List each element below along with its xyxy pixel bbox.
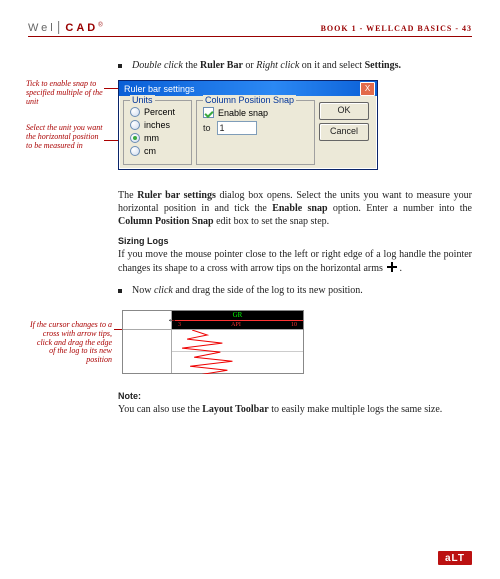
enable-snap-checkbox[interactable]: Enable snap	[203, 107, 308, 118]
resize-cursor-icon: ↔	[167, 314, 177, 325]
snap-group: Column Position Snap Enable snap to 1	[196, 100, 315, 165]
footer: aLT	[438, 551, 472, 565]
bullet-doubleclick: Double click the Ruler Bar or Right clic…	[118, 59, 472, 72]
scale-min: 3	[178, 321, 181, 329]
radio-mm[interactable]: mm	[130, 133, 185, 143]
snap-to-input[interactable]: 1	[217, 121, 257, 135]
heading-sizing-logs: Sizing Logs	[118, 236, 472, 246]
bullet-square-icon	[118, 289, 122, 293]
scale-max: 10	[291, 321, 297, 329]
header-book-line: BOOK 1 - WELLCAD BASICS - 43	[321, 24, 472, 33]
ruler-bar-settings-dialog: Ruler bar settings X Units Percent inche…	[118, 80, 378, 170]
paragraph-sizing: If you move the mouse pointer close to t…	[118, 249, 472, 276]
close-icon[interactable]: X	[360, 82, 375, 96]
page-header: Wel|CAD® BOOK 1 - WELLCAD BASICS - 43	[28, 18, 472, 37]
annotation-drag-edge: If the cursor changes to a cross with ar…	[30, 321, 112, 365]
checkbox-icon	[203, 107, 214, 118]
bullet-click-drag: Now click and drag the side of the log t…	[118, 284, 472, 297]
dialog-titlebar[interactable]: Ruler bar settings X	[119, 81, 377, 96]
radio-icon	[130, 120, 140, 130]
radio-inches[interactable]: inches	[130, 120, 185, 130]
dialog-title: Ruler bar settings	[124, 84, 195, 94]
annotation-units: Select the unit you want the horizontal …	[26, 124, 104, 150]
radio-icon	[130, 133, 140, 143]
snap-to-label: to	[203, 123, 211, 133]
cancel-button[interactable]: Cancel	[319, 123, 369, 141]
radio-icon	[130, 146, 140, 156]
heading-note: Note:	[118, 391, 472, 401]
snap-legend: Column Position Snap	[203, 95, 296, 105]
log-track-figure: ↔ GR 3 API 10	[122, 310, 304, 374]
radio-cm[interactable]: cm	[130, 146, 185, 156]
ok-button[interactable]: OK	[319, 102, 369, 120]
annotation-snap: Tick to enable snap to specified multipl…	[26, 80, 104, 106]
track-title: GR	[172, 311, 303, 320]
paragraph-note: You can also use the Layout Toolbar to e…	[118, 404, 472, 417]
units-group: Units Percent inches mm	[123, 100, 192, 165]
wellcad-logo: Wel|CAD®	[28, 18, 107, 34]
radio-icon	[130, 107, 140, 117]
bullet-square-icon	[118, 64, 122, 68]
alt-logo: aLT	[438, 551, 472, 565]
units-legend: Units	[130, 95, 155, 105]
scale-unit: API	[231, 321, 241, 329]
move-cursor-icon	[387, 262, 397, 272]
paragraph-ruler-settings: The Ruler bar settings dialog box opens.…	[118, 190, 472, 228]
radio-percent[interactable]: Percent	[130, 107, 185, 117]
gr-curve	[172, 330, 303, 374]
